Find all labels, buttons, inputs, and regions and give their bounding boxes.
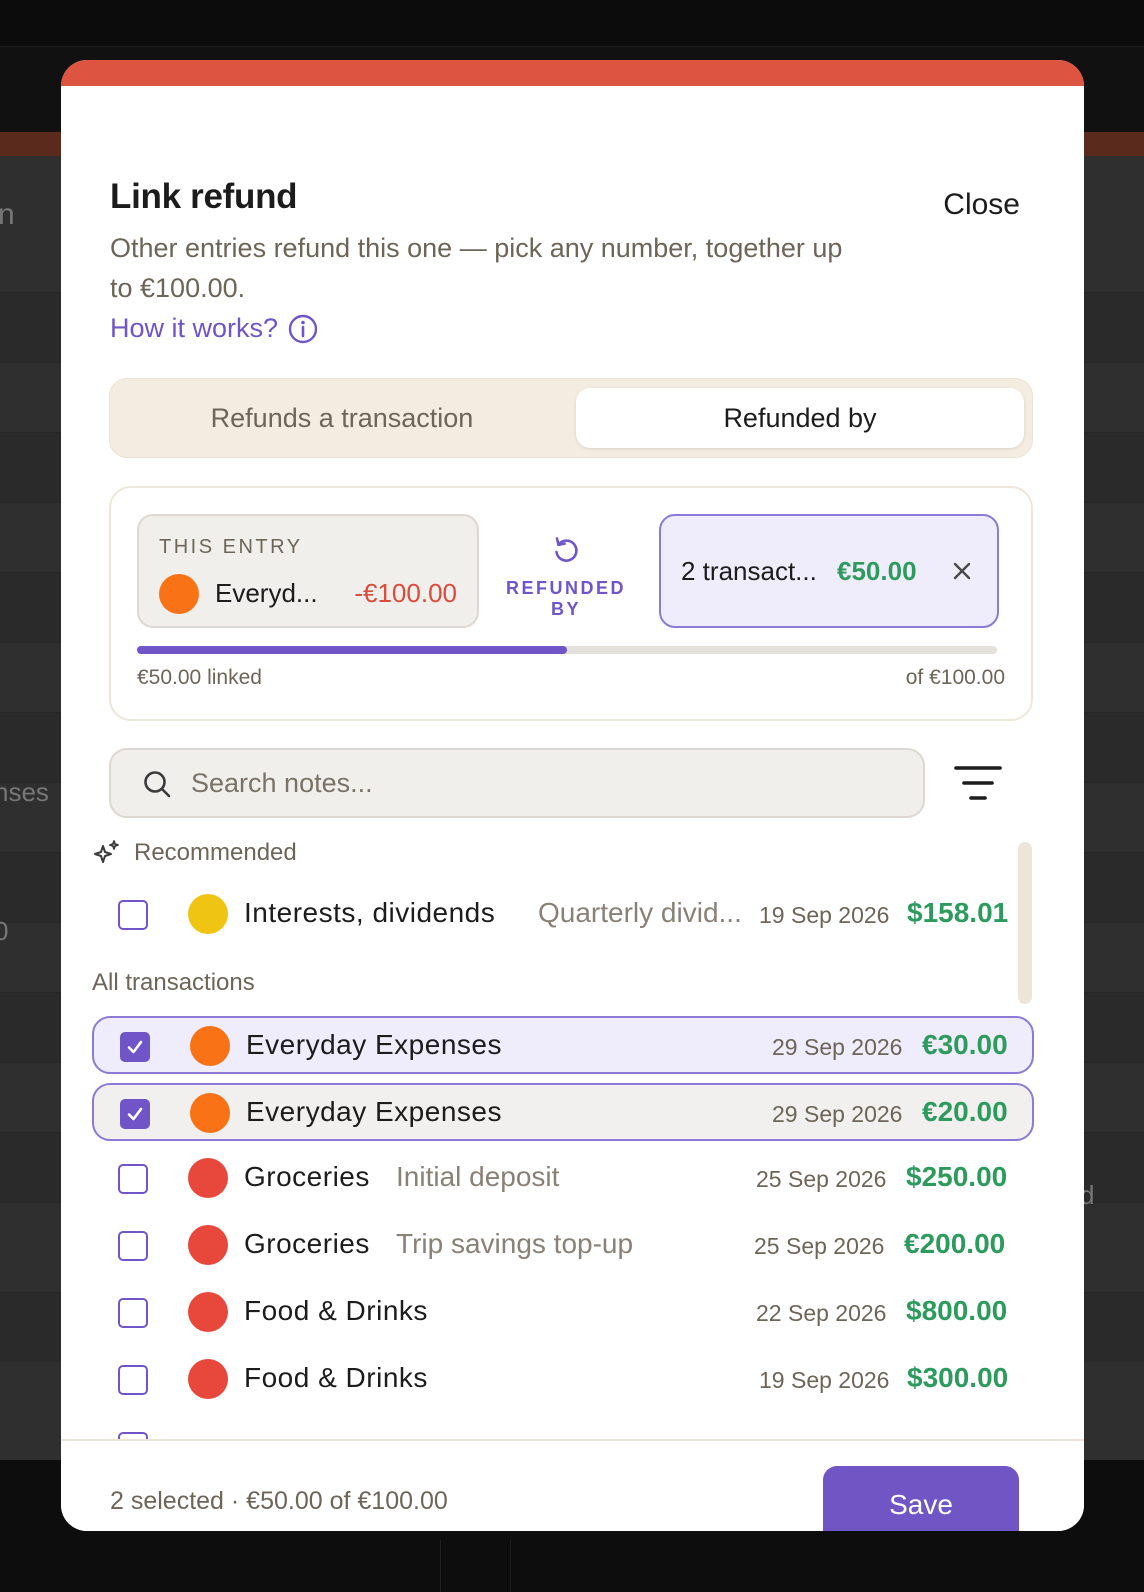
linked-amount: €50.00 [837,556,917,586]
search-input[interactable] [191,760,891,806]
this-entry-label: THIS ENTRY [159,536,303,558]
background-text: nses [0,777,49,807]
row-date: 19 Sep 2026 [759,902,890,928]
category-color-dot [188,1158,228,1198]
all-transactions-label: All transactions [92,969,255,996]
row-amount: $300.00 [907,1362,1009,1393]
linked-count: 2 transact... [681,556,817,586]
row-category: Groceries [244,1161,370,1192]
row-date: 25 Sep 2026 [756,1166,887,1192]
progress-linked-text: €50.00 linked [137,666,262,689]
this-entry-box: THIS ENTRY Everyd... -€100.00 [137,514,479,628]
checkmark-icon [127,1040,143,1054]
row-checkbox[interactable] [118,1365,148,1395]
tab-refunded-by[interactable]: Refunded by [576,388,1024,448]
background-divider [440,1540,441,1592]
transaction-row[interactable]: Groceries Initial deposit 25 Sep 2026 $2… [92,1150,1034,1208]
row-checkbox[interactable] [118,1432,148,1439]
category-color-dot [190,1026,230,1066]
row-note: Initial deposit [396,1161,560,1192]
this-entry-amount: -€100.00 [354,578,457,608]
row-date: 29 Sep 2026 [772,1101,903,1127]
background-divider [510,1540,511,1592]
link-summary-card: THIS ENTRY Everyd... -€100.00 REFUNDED B… [109,486,1033,721]
sparkle-icon [94,840,119,863]
category-color-dot [159,574,199,614]
row-category: Food & Drinks [244,1362,428,1393]
row-amount: €20.00 [922,1096,1008,1127]
filter-icon[interactable] [952,762,1004,806]
row-date: 25 Sep 2026 [754,1233,885,1259]
row-checkbox[interactable] [118,900,148,930]
refund-direction-toggle: Refunds a transaction Refunded by [109,378,1033,458]
linked-transactions-box[interactable]: 2 transact... €50.00 [659,514,999,628]
info-icon [288,314,318,343]
row-date: 29 Sep 2026 [772,1034,903,1060]
row-note: Trip savings top-up [396,1228,634,1259]
row-amount: $250.00 [906,1161,1008,1192]
transaction-row[interactable]: Groceries Trip savings top-up 25 Sep 202… [92,1217,1034,1275]
modal-title: Link refund [110,177,298,216]
category-color-dot [188,1292,228,1332]
background-topbar [0,0,1144,46]
this-entry-name: Everyd... [215,578,318,608]
refund-progress-bar [137,646,997,654]
row-date: 22 Sep 2026 [756,1300,887,1326]
category-color-dot [188,1359,228,1399]
row-note: Quarterly divid... [538,897,742,928]
row-date: 19 Sep 2026 [759,1367,890,1393]
how-it-works-label: How it works? [110,313,279,343]
recommended-row[interactable]: Interests, dividends Quarterly divid... … [92,886,1034,944]
search-box [109,748,925,818]
row-checkbox[interactable] [118,1164,148,1194]
row-amount: $800.00 [906,1295,1008,1326]
modal-footer: 2 selected · €50.00 of €100.00 Save [61,1439,1084,1531]
modal-accent-bar [61,60,1084,86]
background-text: n [0,198,15,231]
clear-links-icon[interactable] [947,556,977,586]
row-category: Groceries [244,1228,370,1259]
modal-subtitle: Other entries refund this one — pick any… [110,233,843,303]
close-button[interactable]: Close [943,188,1020,222]
recommended-section-label: Recommended [92,838,297,868]
category-color-dot [190,1093,230,1133]
transaction-row-partial[interactable] [92,1418,1034,1439]
tab-refunds-a-transaction[interactable]: Refunds a transaction [118,388,566,448]
background-text: 0 [0,916,9,946]
transaction-row[interactable]: Food & Drinks 22 Sep 2026 $800.00 [92,1284,1034,1342]
progress-total-text: of €100.00 [905,666,1005,689]
row-amount: €200.00 [904,1228,1006,1259]
link-refund-modal: Link refund Close Other entries refund t… [61,60,1084,1531]
how-it-works-link[interactable]: How it works? [110,313,318,344]
row-checkbox[interactable] [118,1298,148,1328]
transaction-list: Recommended Interests, dividends Quarter… [61,838,1084,1439]
save-button[interactable]: Save [823,1466,1019,1531]
recommended-label: Recommended [134,839,297,866]
row-checkbox[interactable] [120,1099,150,1129]
row-category: Everyday Expenses [246,1029,502,1060]
checkmark-icon [127,1107,143,1121]
refresh-icon [555,537,578,562]
row-category: Interests, dividends [244,897,496,928]
row-checkbox[interactable] [118,1231,148,1261]
row-category: Everyday Expenses [246,1096,502,1127]
row-category: Food & Drinks [244,1295,428,1326]
selection-summary: 2 selected · €50.00 of €100.00 [110,1487,448,1515]
row-amount: €30.00 [922,1029,1008,1060]
search-icon [144,771,171,798]
row-amount: $158.01 [907,897,1009,928]
refunded-by-label: REFUNDED BY [505,578,626,619]
transaction-row[interactable]: Food & Drinks 19 Sep 2026 $300.00 [92,1351,1034,1409]
refund-progress-fill [137,646,567,654]
category-color-dot [188,1225,228,1265]
transaction-row[interactable]: Everyday Expenses 29 Sep 2026 €30.00 [92,1016,1034,1074]
category-color-dot [188,894,228,934]
refunded-by-connector: REFUNDED BY [495,534,637,620]
row-checkbox[interactable] [120,1032,150,1062]
transaction-row[interactable]: Everyday Expenses 29 Sep 2026 €20.00 [92,1083,1034,1141]
